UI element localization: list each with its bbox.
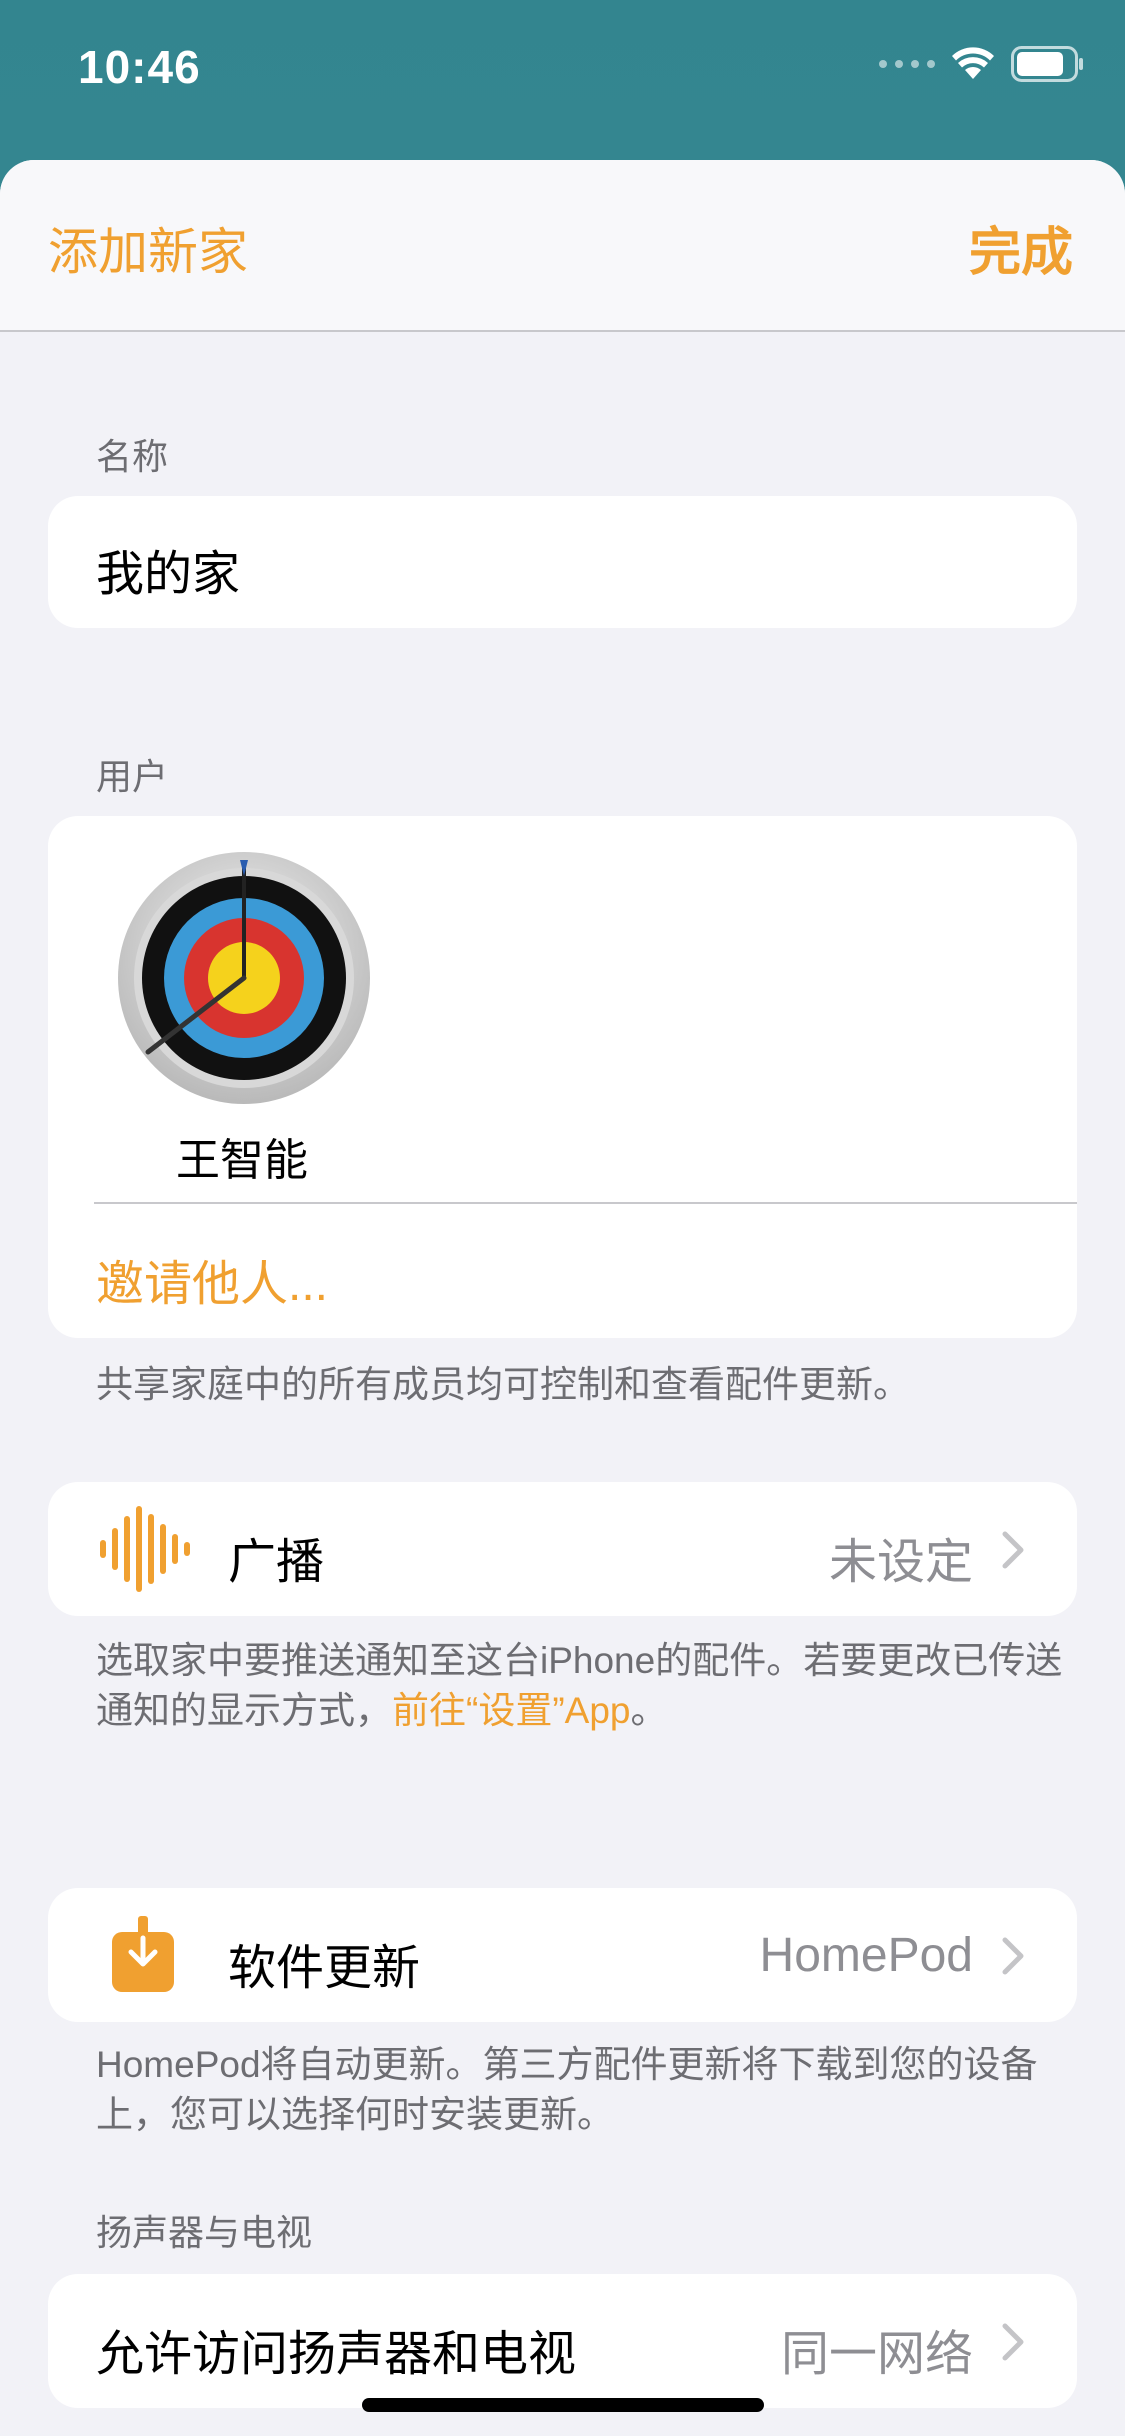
invite-others-button[interactable]: 邀请他人... bbox=[96, 1244, 328, 1314]
speakers-access-label: 允许访问扬声器和电视 bbox=[96, 2328, 577, 2381]
announce-value: 未设定 bbox=[828, 1536, 973, 1589]
announce-footer: 选取家中要推送通知至这台iPhone的配件。若要更改已传送通知的显示方式，前往“… bbox=[96, 1636, 1076, 1736]
speakers-access-row[interactable]: 允许访问扬声器和电视 同一网络 bbox=[48, 2274, 1077, 2408]
download-box-icon bbox=[110, 1916, 176, 1999]
software-update-value: HomePod bbox=[759, 1929, 973, 1982]
users-section-header: 用户 bbox=[96, 756, 169, 797]
announce-footer-end: 。 bbox=[630, 1690, 668, 1731]
waveform-icon bbox=[98, 1504, 190, 1599]
archery-target-avatar-icon bbox=[118, 852, 370, 1104]
users-divider bbox=[94, 1202, 1077, 1204]
announce-label: 广播 bbox=[228, 1536, 325, 1589]
speakers-section-header: 扬声器与电视 bbox=[96, 2212, 313, 2253]
status-bar: 10:46 bbox=[0, 0, 1125, 150]
battery-icon bbox=[1011, 46, 1085, 82]
open-settings-link[interactable]: 前往“设置”App bbox=[392, 1690, 630, 1731]
home-name-field[interactable]: 我的家 bbox=[96, 534, 240, 604]
software-update-row[interactable]: 软件更新 HomePod bbox=[48, 1888, 1077, 2022]
name-section-header: 名称 bbox=[96, 436, 169, 477]
user-avatar[interactable] bbox=[116, 850, 372, 1106]
chevron-right-icon bbox=[1002, 1531, 1024, 1569]
user-name: 王智能 bbox=[176, 1136, 308, 1185]
status-time: 10:46 bbox=[78, 41, 201, 93]
users-card: 王智能 邀请他人... bbox=[48, 816, 1077, 1338]
chevron-right-icon bbox=[1002, 1937, 1024, 1975]
status-icons bbox=[879, 46, 1085, 82]
cellular-signal-icon bbox=[879, 60, 935, 68]
chevron-right-icon bbox=[1002, 2323, 1024, 2361]
home-name-card[interactable]: 我的家 bbox=[48, 496, 1077, 628]
home-indicator[interactable] bbox=[362, 2398, 764, 2412]
users-footer: 共享家庭中的所有成员均可控制和查看配件更新。 bbox=[96, 1364, 910, 1405]
add-new-home-title[interactable]: 添加新家 bbox=[48, 212, 248, 284]
nav-bar: 添加新家 完成 bbox=[0, 160, 1125, 332]
software-update-label: 软件更新 bbox=[228, 1942, 421, 1995]
announce-row[interactable]: 广播 未设定 bbox=[48, 1482, 1077, 1616]
add-home-sheet: 添加新家 完成 名称 我的家 用户 王智能 邀请他人... 共享家庭中的所有成员… bbox=[0, 160, 1125, 2436]
software-update-footer: HomePod将自动更新。第三方配件更新将下载到您的设备上，您可以选择何时安装更… bbox=[96, 2044, 1038, 2135]
speakers-access-value: 同一网络 bbox=[780, 2328, 973, 2381]
wifi-icon bbox=[951, 47, 995, 81]
done-button[interactable]: 完成 bbox=[969, 210, 1073, 285]
